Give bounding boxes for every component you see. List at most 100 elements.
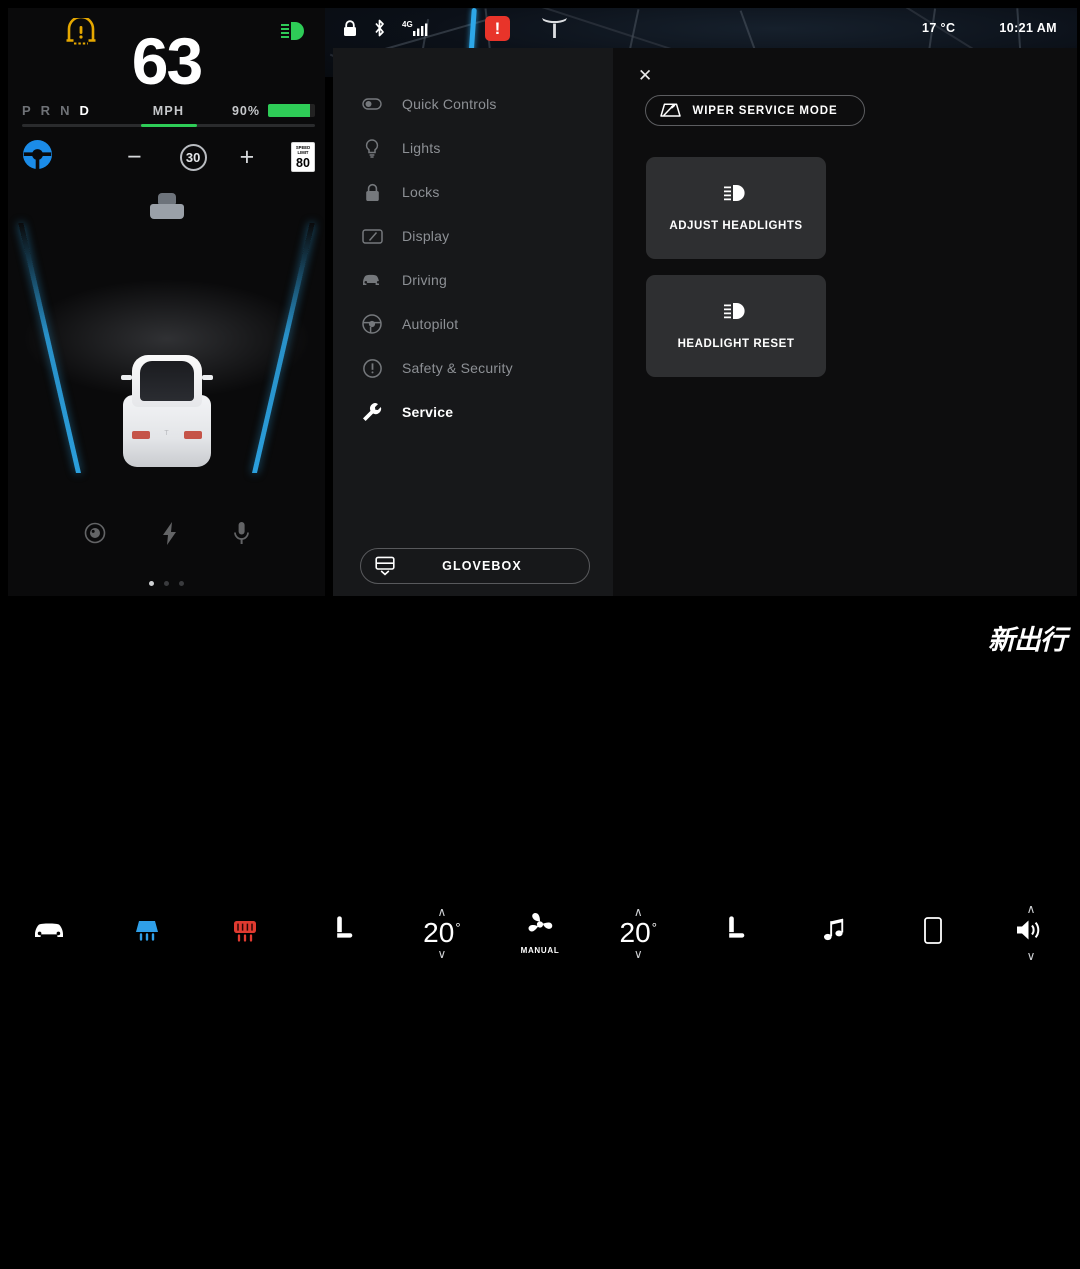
- cruise-increase-button[interactable]: +: [240, 144, 255, 170]
- padlock-icon: [361, 183, 383, 202]
- cruise-set-speed[interactable]: 30: [179, 143, 207, 171]
- seat-heater-icon: [725, 916, 747, 949]
- chevron-up-icon[interactable]: ∧: [1027, 903, 1036, 915]
- degree-symbol: °: [455, 919, 461, 935]
- phone-icon: [923, 916, 942, 949]
- media-button[interactable]: [786, 596, 884, 1269]
- speed-limit-sign: SPEED LIMIT 80: [291, 142, 315, 172]
- wrench-icon: [361, 402, 383, 422]
- cellular-4g-icon[interactable]: 4G: [402, 19, 430, 38]
- rear-defrost-icon: [232, 918, 258, 947]
- sidebar-item-driving[interactable]: Driving: [333, 258, 613, 302]
- front-defrost-icon: [133, 918, 161, 947]
- gear-n: N: [60, 103, 71, 118]
- volume-stepper[interactable]: ∧ ∨: [982, 596, 1080, 1269]
- speed-limit-line2: LIMIT: [297, 149, 309, 155]
- headlight-icon: [724, 302, 748, 325]
- page-indicator-dots: [8, 581, 325, 586]
- sidebar-item-label: Autopilot: [402, 316, 459, 332]
- sidebar-item-label: Lights: [402, 140, 441, 156]
- page-dot[interactable]: [164, 581, 169, 586]
- svg-text:4G: 4G: [402, 20, 413, 29]
- chevron-down-icon[interactable]: ∨: [634, 948, 643, 960]
- passenger-temperature-stepper[interactable]: ∧ 20 ° ∨: [589, 596, 687, 1269]
- headlight-reset-button[interactable]: HEADLIGHT RESET: [646, 275, 826, 377]
- front-defrost-button[interactable]: [98, 596, 196, 1269]
- passenger-seat-heater-button[interactable]: [687, 596, 785, 1269]
- speed-limit-value: 80: [296, 155, 310, 170]
- ego-vehicle: T: [119, 355, 215, 467]
- battery-percent: 90%: [231, 103, 260, 118]
- wiper-service-mode-button[interactable]: WIPER SERVICE MODE: [645, 95, 865, 126]
- cruise-control-row: − 30 + SPEED LIMIT 80: [22, 136, 315, 178]
- chevron-down-icon[interactable]: ∨: [437, 948, 446, 960]
- settings-menu-panel: Quick Controls Lights Locks Display Driv…: [333, 48, 613, 596]
- page-dot[interactable]: [179, 581, 184, 586]
- driver-temperature-stepper[interactable]: ∧ 20 ° ∨: [393, 596, 491, 1269]
- alert-badge-icon[interactable]: !: [485, 15, 510, 41]
- toggle-switch-icon: [361, 98, 383, 110]
- lock-icon[interactable]: [343, 19, 357, 37]
- gear-d: D: [79, 103, 90, 118]
- rear-defrost-button[interactable]: [196, 596, 294, 1269]
- car-front-icon: [361, 273, 383, 287]
- outside-temperature: 17 °C: [921, 21, 956, 35]
- wiper-service-mode-label: WIPER SERVICE MODE: [692, 104, 838, 117]
- page-dot[interactable]: [149, 581, 154, 586]
- tire-pressure-icon[interactable]: [84, 522, 106, 550]
- phone-button[interactable]: [884, 596, 982, 1269]
- exclamation-circle-icon: [361, 358, 383, 378]
- service-panel: ✕ WIPER SERVICE MODE ADJUST HEADLIGHTS H…: [613, 48, 1077, 596]
- tesla-infotainment-screen: E Car (N) ry CH HE 4G !: [0, 0, 1080, 1269]
- speed-value: 63: [131, 24, 203, 98]
- autosteer-icon[interactable]: [22, 139, 53, 175]
- chevron-down-icon[interactable]: ∨: [1027, 950, 1036, 962]
- settings-menu-list: Quick Controls Lights Locks Display Driv…: [333, 48, 613, 434]
- energy-icon[interactable]: [162, 522, 177, 550]
- speaker-volume-icon[interactable]: [1015, 918, 1047, 947]
- chevron-up-icon[interactable]: ∧: [437, 906, 446, 918]
- battery-indicator[interactable]: 90%: [232, 104, 315, 118]
- fan-mode-button[interactable]: MANUAL: [491, 596, 589, 1269]
- bottom-climate-bar: ∧ 20 ° ∨ MANUAL ∧ 20 ° ∨ ∧ ∨: [0, 596, 1080, 1269]
- sidebar-item-autopilot[interactable]: Autopilot: [333, 302, 613, 346]
- sidebar-item-label: Driving: [402, 272, 447, 288]
- sidebar-item-label: Quick Controls: [402, 96, 497, 112]
- glovebox-button[interactable]: GLOVEBOX: [360, 548, 590, 584]
- voice-command-icon[interactable]: [233, 522, 249, 550]
- autopilot-visualization: T: [8, 183, 325, 473]
- cruise-decrease-button[interactable]: −: [127, 144, 142, 170]
- card-label: ADJUST HEADLIGHTS: [669, 220, 803, 232]
- card-label: HEADLIGHT RESET: [677, 338, 795, 350]
- driver-seat-heater-button[interactable]: [295, 596, 393, 1269]
- adjust-headlights-button[interactable]: ADJUST HEADLIGHTS: [646, 157, 826, 259]
- gear-p: P: [22, 103, 32, 118]
- speed-progress-bar: [22, 124, 315, 127]
- glovebox-label: GLOVEBOX: [442, 559, 522, 573]
- gear-r: R: [40, 103, 52, 118]
- sidebar-item-label: Display: [402, 228, 450, 244]
- car-controls-button[interactable]: [0, 596, 98, 1269]
- seat-heater-icon: [333, 916, 355, 949]
- driver-display-shortcuts: [8, 522, 325, 550]
- chevron-up-icon[interactable]: ∧: [634, 906, 643, 918]
- fan-mode-label: MANUAL: [520, 945, 560, 955]
- close-icon[interactable]: ✕: [638, 67, 652, 84]
- sidebar-item-quick-controls[interactable]: Quick Controls: [333, 82, 613, 126]
- driver-display: 63 P R N D MPH 90% − 30 + SPEED LIMIT 80…: [0, 0, 325, 596]
- bluetooth-icon[interactable]: [374, 19, 385, 37]
- passenger-temperature-value: 20: [619, 916, 651, 948]
- status-bar: 4G ! 17 °C 10:21 AM: [325, 8, 1077, 48]
- sidebar-item-service[interactable]: Service: [333, 390, 613, 434]
- degree-symbol: °: [651, 919, 657, 935]
- display-screen-icon: [361, 228, 383, 244]
- gear-indicator: P R N D: [22, 103, 90, 118]
- sidebar-item-locks[interactable]: Locks: [333, 170, 613, 214]
- sidebar-item-safety-security[interactable]: Safety & Security: [333, 346, 613, 390]
- clock: 10:21 AM: [999, 21, 1057, 35]
- fan-icon: [526, 911, 554, 943]
- music-note-icon: [823, 918, 846, 947]
- tesla-logo-icon[interactable]: [541, 17, 568, 39]
- sidebar-item-display[interactable]: Display: [333, 214, 613, 258]
- sidebar-item-lights[interactable]: Lights: [333, 126, 613, 170]
